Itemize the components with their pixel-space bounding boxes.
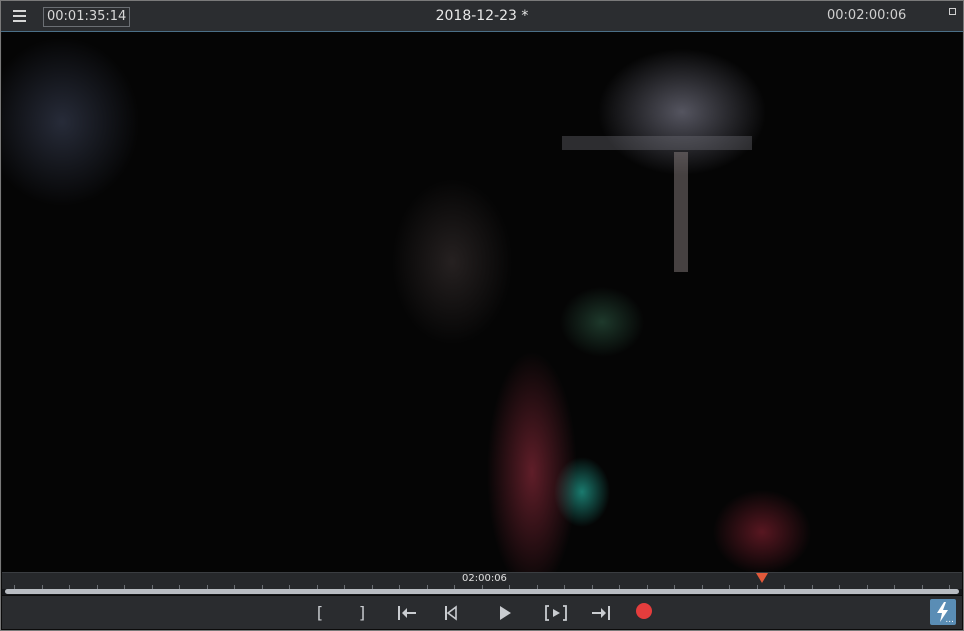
project-title: 2018-12-23 * <box>435 8 529 24</box>
expand-icon[interactable] <box>949 8 956 15</box>
mark-out-button[interactable]: ] <box>356 604 368 622</box>
previous-frame-icon[interactable] <box>442 604 460 622</box>
transport-bar: [ ] ... <box>2 596 962 629</box>
top-bar: 00:01:35:14 2018-12-23 * 00:02:00:06 <box>1 1 963 32</box>
current-timecode[interactable]: 00:01:35:14 <box>43 7 131 27</box>
ruler-timecode-label: 02:00:06 <box>462 573 507 584</box>
record-icon[interactable] <box>636 603 652 619</box>
playhead-marker[interactable] <box>756 573 768 583</box>
go-to-in-icon[interactable] <box>396 604 418 622</box>
quick-actions-button[interactable]: ... <box>930 599 956 625</box>
video-scene-pillar <box>674 152 688 272</box>
hamburger-icon[interactable] <box>13 10 26 22</box>
video-scene-beam <box>562 136 752 150</box>
more-dots-icon: ... <box>945 615 954 625</box>
scrollbar-thumb[interactable] <box>5 589 959 594</box>
play-in-out-icon[interactable] <box>544 604 568 622</box>
duration-timecode: 00:02:00:06 <box>827 8 907 23</box>
timeline-scrollbar[interactable] <box>2 589 962 595</box>
mark-in-button[interactable]: [ <box>314 604 326 622</box>
go-to-out-icon[interactable] <box>590 604 612 622</box>
play-icon[interactable] <box>496 604 514 622</box>
video-preview[interactable] <box>2 32 962 572</box>
